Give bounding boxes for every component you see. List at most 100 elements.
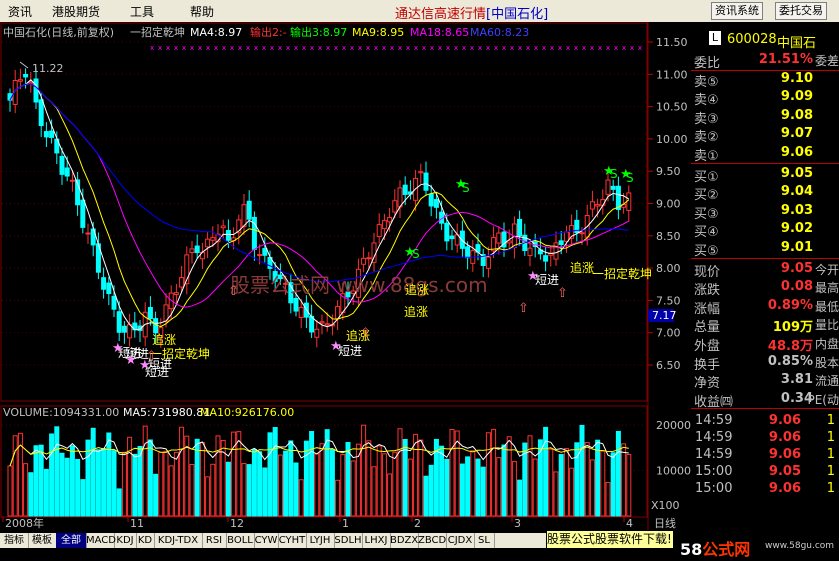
price-axis-label: 10.00	[656, 133, 688, 146]
volume-bar	[43, 468, 49, 517]
tab-cyht[interactable]: CYHT	[278, 533, 307, 548]
row-value: 9.09	[780, 89, 813, 105]
menu-item-tools[interactable]: 工具	[130, 3, 154, 20]
buy-level-row: 买③ 9.03	[691, 203, 839, 222]
volume-bar	[288, 440, 294, 517]
volume-bar	[610, 452, 616, 517]
top-marker-x: x	[414, 44, 418, 52]
candle-body	[49, 130, 55, 138]
volume-bar	[132, 453, 138, 517]
tab-kdj-tdx[interactable]: KDJ-TDX	[154, 533, 203, 548]
tab-cyw[interactable]: CYW	[254, 533, 279, 548]
volume-bar	[95, 449, 101, 517]
top-marker-x: x	[294, 44, 298, 52]
tab-kdj[interactable]: KDJ	[114, 533, 137, 548]
candle-body	[38, 99, 44, 127]
volume-bar	[251, 449, 257, 517]
signal-arrow: ⇧	[557, 286, 568, 301]
row-label: 买①	[694, 169, 719, 185]
row-extra: 最高	[814, 281, 839, 296]
row-value: 9.08	[780, 107, 813, 123]
tab-rsi[interactable]: RSI	[202, 533, 227, 548]
candle-body	[210, 237, 216, 241]
top-marker-x: x	[462, 44, 466, 52]
candle-body	[366, 257, 372, 260]
top-marker-x: x	[590, 44, 594, 52]
divider	[691, 257, 839, 259]
news-system-button[interactable]: 资讯系统	[711, 2, 763, 20]
volume-bar	[381, 453, 387, 517]
tab-sdlh[interactable]: SDLH	[334, 533, 363, 548]
volume-bar	[23, 463, 29, 517]
top-marker-x: x	[246, 44, 250, 52]
tab-kd[interactable]: KD	[136, 533, 155, 548]
quote-row: 收益㈣ 0.34 PE(动	[691, 391, 839, 410]
buy-level-row: 买② 9.04	[691, 184, 839, 203]
menu-item-news[interactable]: 资讯	[8, 3, 32, 20]
price-axis-label: 8.00	[656, 262, 681, 275]
trade-button[interactable]: 委托交易	[775, 2, 827, 20]
output2-value: 输出2:-	[250, 25, 287, 39]
volume-bar	[449, 429, 455, 517]
date-axis-label: 12	[230, 517, 244, 530]
promo-banner[interactable]: 股票公式股票软件下载!	[546, 530, 674, 549]
kline-chart[interactable]: 11.50 11.00 10.50 10.00 9.50 9.00 8.50 8.00 7.50…	[0, 22, 691, 532]
signal-annotation: 追涨	[570, 260, 594, 275]
top-marker-x: x	[262, 44, 266, 52]
tab-指标[interactable]: 指标	[0, 533, 29, 548]
quote-row: 涨跌 0.08 最高	[691, 279, 839, 298]
candle-body	[59, 155, 65, 175]
tab-sl[interactable]: SL	[474, 533, 495, 548]
volume-bar	[584, 442, 590, 517]
menu-item-help[interactable]: 帮助	[190, 3, 214, 20]
top-marker-x: x	[542, 44, 546, 52]
tab-bdzx[interactable]: BDZX	[390, 533, 419, 548]
tab-boll[interactable]: BOLL	[226, 533, 255, 548]
row-value: 9.10	[780, 70, 813, 86]
volume-bar	[402, 439, 408, 517]
tab-lyjh[interactable]: LYJH	[306, 533, 335, 548]
top-marker-x: x	[334, 44, 338, 52]
volume-bar	[480, 466, 486, 517]
signal-star: ★	[455, 177, 467, 192]
peak-price-label: 11.22	[32, 62, 64, 75]
row-value: 9.04	[780, 184, 813, 200]
divider	[691, 408, 839, 410]
candle-body	[69, 179, 75, 182]
tab-全部[interactable]: 全部	[56, 533, 87, 548]
quote-row: 总量 109万 量比	[691, 316, 839, 336]
volume-bar	[59, 452, 65, 517]
row-value: 109万	[772, 320, 813, 336]
candle-body	[626, 192, 632, 211]
volume-bar	[33, 445, 39, 517]
volume-bar	[465, 456, 471, 517]
volume-bar	[371, 466, 377, 517]
tab-macd[interactable]: MACD	[86, 533, 116, 548]
volume-bar	[579, 424, 585, 517]
top-marker-x: x	[318, 44, 322, 52]
tab-zbcd[interactable]: ZBCD	[418, 533, 447, 548]
current-price-tag: 7.17	[652, 309, 677, 322]
row-label: 委比	[694, 56, 721, 71]
top-marker-x: x	[182, 44, 186, 52]
quote-row: 现价 9.05 今开	[691, 261, 839, 280]
tab-cjdx[interactable]: CJDX	[446, 533, 475, 548]
volume-bar	[116, 488, 122, 517]
volume-bar	[350, 460, 356, 517]
quote-panel: L 600028 中国石 委比 21.51% 委差 卖⑤ 9.10 卖④ 9.09 卖③ 9.0…	[691, 30, 839, 528]
signal-star: ★	[112, 341, 124, 356]
menu-item-hk-futures[interactable]: 港股期货	[52, 3, 100, 20]
top-marker-x: x	[550, 44, 554, 52]
top-marker-x: x	[326, 44, 330, 52]
top-marker-x: x	[494, 44, 498, 52]
volume-bar	[605, 481, 611, 517]
date-axis-label: 4	[626, 517, 633, 530]
tab-lhxj[interactable]: LHXJ	[362, 533, 391, 548]
candle-body	[194, 245, 200, 254]
top-marker-x: x	[374, 44, 378, 52]
top-marker-x: x	[582, 44, 586, 52]
volume-bar	[272, 427, 278, 517]
volume-bar	[12, 435, 18, 517]
tab-模板[interactable]: 模板	[28, 533, 57, 548]
row-value: 0.08	[780, 279, 813, 295]
